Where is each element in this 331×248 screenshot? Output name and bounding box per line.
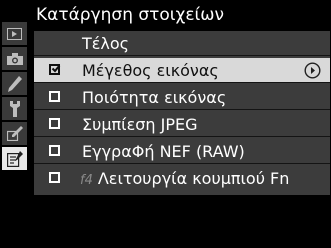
checkbox[interactable]: [49, 145, 60, 156]
menu-item-label: Τέλος: [82, 34, 130, 53]
menu-item-label: Μέγεθος εικόνας: [82, 61, 219, 80]
checkbox[interactable]: [49, 91, 60, 102]
menu-item-label: Συμπίεση JPEG: [82, 115, 198, 134]
menu-tab-sidebar: [2, 22, 29, 198]
checkbox[interactable]: [49, 118, 60, 129]
multi-selector-right-icon: [304, 62, 321, 79]
tab-setup[interactable]: [2, 97, 27, 120]
wrench-icon: [9, 100, 20, 117]
tab-custom-settings[interactable]: [2, 72, 27, 95]
menu-item-done[interactable]: Τέλος: [34, 31, 330, 56]
camera-icon: [6, 52, 23, 65]
pencil-icon: [7, 75, 22, 92]
menu-item-fn-button[interactable]: f4 Λειτουργία κουμπιού Fn: [34, 166, 330, 191]
menu-item-label: Λειτουργία κουμπιού Fn: [97, 169, 290, 188]
menu-item-text: f4 Λειτουργία κουμπιού Fn: [80, 167, 289, 193]
checkmark-icon: [51, 64, 61, 73]
menu-item-nef-raw-recording[interactable]: ΕγγραΦή NEF (RAW): [34, 139, 330, 164]
tab-retouch[interactable]: [2, 122, 27, 145]
page-title: Κατάργηση στοιχείων: [36, 5, 225, 25]
menu-item-label: ΕγγραΦή NEF (RAW): [82, 142, 245, 161]
playback-icon: [7, 27, 22, 40]
checkbox[interactable]: [49, 64, 61, 75]
tab-my-menu[interactable]: [2, 147, 27, 170]
remove-items-menu: Τέλος Μέγεθος εικόνας Ποιότητα εικόνας Σ…: [34, 31, 330, 195]
retouch-icon: [6, 126, 23, 141]
tab-playback[interactable]: [2, 22, 27, 45]
menu-item-image-quality[interactable]: Ποιότητα εικόνας: [34, 85, 330, 110]
tab-shooting[interactable]: [2, 47, 27, 70]
menu-item-image-size[interactable]: Μέγεθος εικόνας: [34, 58, 330, 83]
menu-item-label: Ποιότητα εικόνας: [82, 88, 227, 107]
my-menu-icon: [6, 150, 23, 167]
checkbox[interactable]: [49, 172, 60, 183]
menu-item-prefix: f4: [80, 173, 93, 188]
menu-item-jpeg-compression[interactable]: Συμπίεση JPEG: [34, 112, 330, 137]
